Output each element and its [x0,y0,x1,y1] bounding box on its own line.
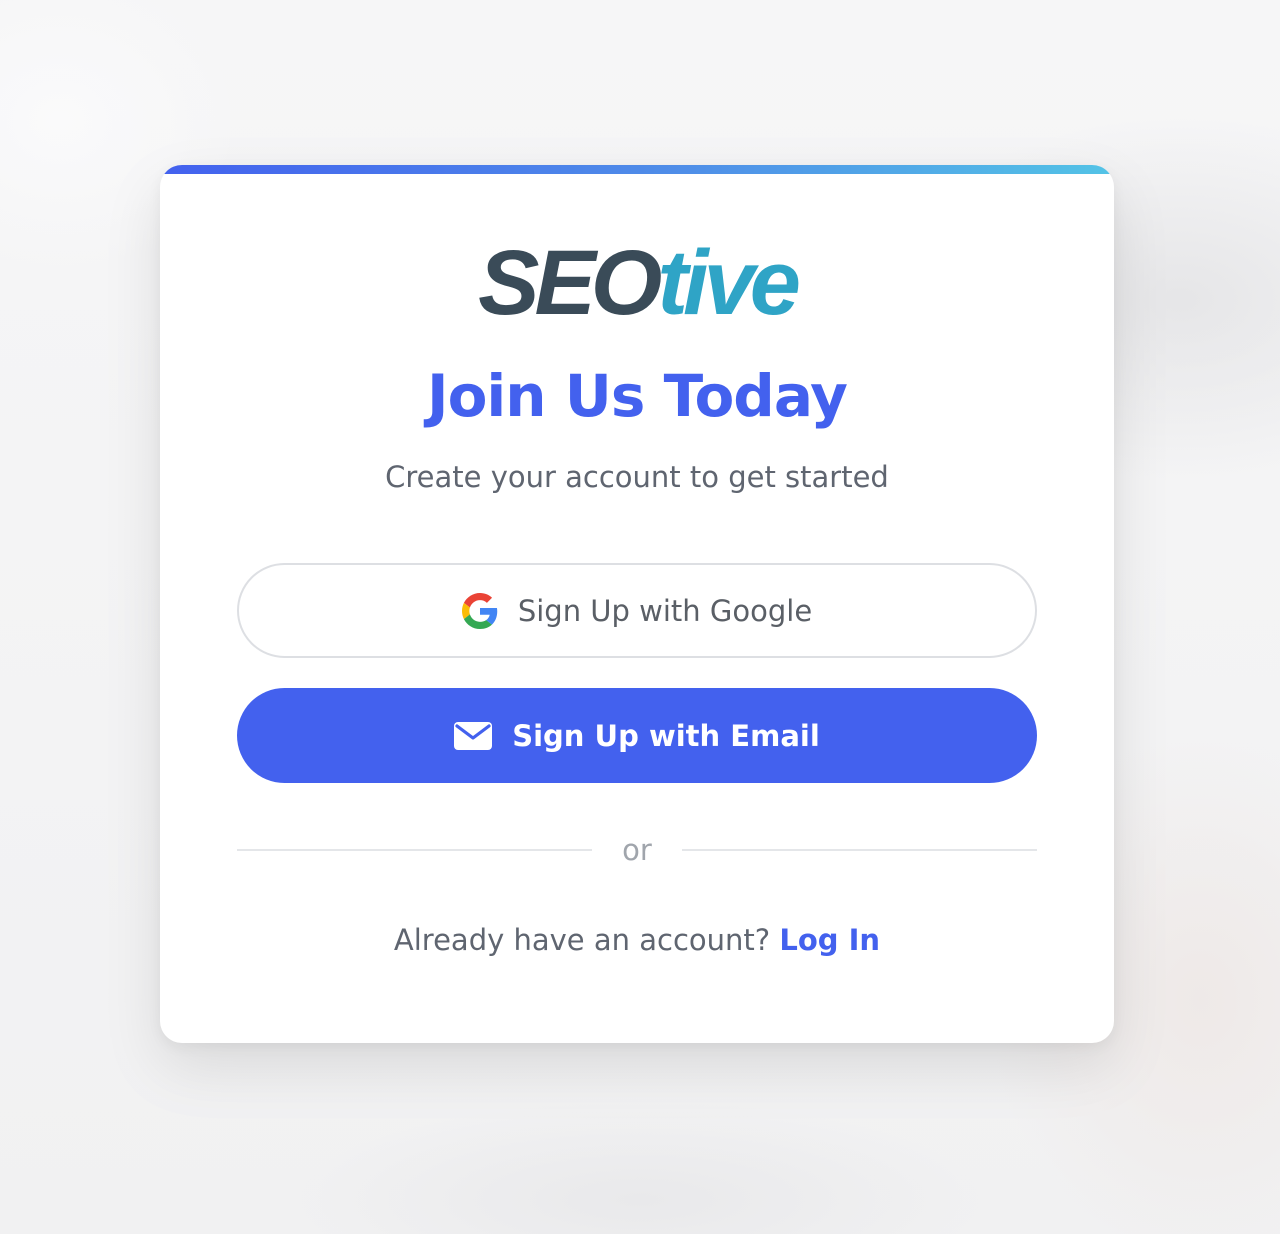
divider-line-right [681,849,1038,851]
logo-text-tive: tive [657,232,801,334]
login-link[interactable]: Log In [779,923,880,957]
logo-text-seo: SEO [478,232,662,334]
or-divider: or [237,833,1038,867]
signup-google-label: Sign Up with Google [517,593,813,628]
divider-text: or [622,833,652,867]
login-prompt-row: Already have an account? Log In [160,923,1114,957]
signup-email-label: Sign Up with Email [512,718,820,753]
signup-email-button[interactable]: Sign Up with Email [237,688,1037,783]
card-accent-bar [160,165,1114,174]
signup-card: SEOtive Join Us Today Create your accoun… [160,165,1114,1043]
google-g-icon [461,592,498,629]
divider-line-left [237,849,593,851]
page-subtitle: Create your account to get started [385,460,889,494]
login-prompt-text: Already have an account? [393,923,771,957]
page-title: Join Us Today [427,362,848,430]
seotive-logo: SEOtive [160,237,1114,329]
envelope-icon [454,721,493,750]
signup-google-button[interactable]: Sign Up with Google [237,563,1037,658]
